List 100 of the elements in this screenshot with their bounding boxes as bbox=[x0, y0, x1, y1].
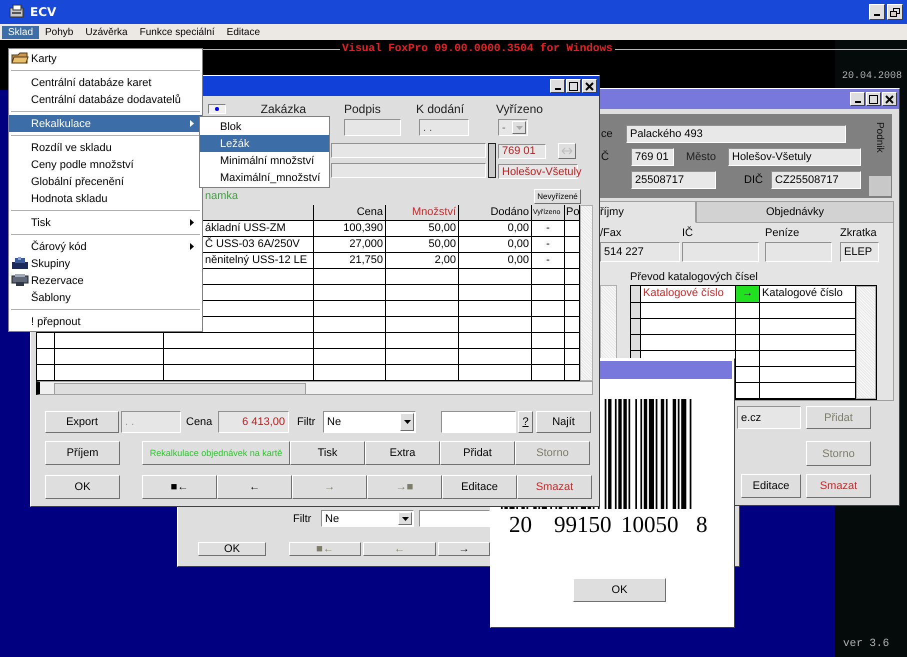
vertical-scrollbar[interactable] bbox=[580, 205, 593, 381]
action-button[interactable]: Příjem bbox=[45, 441, 120, 465]
menu-item[interactable]: Centrální databáze karet bbox=[9, 74, 202, 91]
input-field[interactable] bbox=[331, 163, 486, 178]
submenu-arrow-icon bbox=[190, 219, 194, 226]
vat-field[interactable]: CZ25508717 bbox=[771, 171, 861, 189]
menu-item[interactable]: Centrální databáze dodavatelů bbox=[9, 91, 202, 108]
zip-field[interactable]: 769 01 bbox=[498, 144, 546, 158]
field-label: ce bbox=[601, 128, 614, 140]
max-button[interactable] bbox=[566, 79, 581, 93]
nav-button[interactable]: OK bbox=[198, 542, 266, 556]
street-field[interactable]: Palackého 493 bbox=[626, 125, 846, 143]
menu-bar-item[interactable]: Editace bbox=[220, 26, 266, 38]
nav-button[interactable]: → bbox=[438, 542, 490, 556]
vat-label: DIČ bbox=[744, 174, 764, 186]
version-text: ver 3.6 bbox=[843, 638, 890, 650]
menu-item[interactable]: Karty bbox=[9, 50, 202, 67]
menu-item[interactable]: Rezervace bbox=[9, 272, 202, 289]
minimize-button[interactable] bbox=[869, 4, 885, 20]
table-cell bbox=[314, 301, 386, 317]
table-cell bbox=[736, 367, 760, 383]
filter-dropdown[interactable]: Ne bbox=[321, 510, 414, 527]
web-field[interactable]: e.cz bbox=[737, 406, 801, 429]
delivery-field[interactable]: . . bbox=[419, 119, 469, 136]
pending-button[interactable]: Nevyřízené bbox=[534, 188, 581, 204]
column-header: Dodáno bbox=[459, 205, 532, 221]
submenu-arrow-icon bbox=[190, 120, 194, 127]
vertical-scrollbar[interactable] bbox=[856, 286, 876, 399]
tab[interactable]: Objednávky bbox=[696, 201, 894, 223]
find-button[interactable]: Najít bbox=[536, 411, 591, 433]
side-tab[interactable]: Podnik bbox=[874, 122, 886, 153]
menu-item[interactable]: Ceny podle množství bbox=[9, 156, 202, 173]
input-field[interactable]: 514 227 bbox=[600, 242, 680, 262]
menu-item[interactable]: Minimální množství bbox=[200, 152, 329, 169]
splitter-handle[interactable] bbox=[488, 143, 496, 178]
edit-button[interactable]: Editace bbox=[741, 474, 801, 498]
close-button[interactable] bbox=[582, 79, 597, 93]
total-price-field[interactable]: 6 413,00 bbox=[218, 411, 289, 433]
submenu-arrow-icon bbox=[190, 243, 194, 250]
filter-dropdown[interactable]: Ne bbox=[323, 411, 416, 433]
table-cell: 50,00 bbox=[386, 221, 459, 237]
menu-item[interactable]: Globální přecenění bbox=[9, 173, 202, 190]
action-button[interactable]: Smazat bbox=[517, 475, 592, 499]
minimize-icon bbox=[554, 88, 560, 90]
max-button[interactable] bbox=[866, 92, 881, 106]
input-field[interactable] bbox=[682, 242, 759, 262]
search-field[interactable] bbox=[441, 411, 516, 433]
field-label: Podpis bbox=[344, 102, 382, 116]
input-field[interactable] bbox=[765, 242, 832, 262]
field-label: Č bbox=[601, 151, 610, 163]
horizontal-scrollbar[interactable] bbox=[36, 381, 593, 395]
menu-item[interactable]: Hodnota skladu bbox=[9, 190, 202, 207]
field-label: Peníze bbox=[765, 226, 800, 238]
filter-label: Filtr bbox=[297, 416, 316, 428]
close-button[interactable] bbox=[882, 92, 897, 106]
menu-bar-item[interactable]: Uzávěrka bbox=[79, 26, 134, 38]
action-button[interactable]: Tisk bbox=[290, 441, 365, 465]
signature-field[interactable] bbox=[344, 119, 401, 136]
input-field[interactable]: ELEP bbox=[840, 242, 879, 262]
action-button[interactable]: Extra bbox=[365, 441, 440, 465]
id-field[interactable]: 25508717 bbox=[631, 171, 716, 189]
restore-button[interactable] bbox=[887, 4, 903, 20]
ok-button[interactable]: OK bbox=[573, 578, 666, 602]
input-field[interactable] bbox=[331, 143, 486, 158]
barcode-number: 99150 bbox=[554, 512, 612, 538]
search-field[interactable] bbox=[419, 510, 490, 527]
menu-item[interactable]: Blok bbox=[200, 118, 329, 135]
section-title: Převod katalogových čísel bbox=[630, 270, 758, 282]
action-button[interactable]: Přidat bbox=[440, 441, 515, 465]
min-button[interactable] bbox=[850, 92, 865, 106]
menu-item[interactable]: Rekalkulace bbox=[9, 115, 202, 132]
menu-item[interactable]: ! přepnout bbox=[9, 313, 202, 330]
menu-bar-item[interactable]: Sklad bbox=[2, 26, 40, 38]
delete-button[interactable]: Smazat bbox=[806, 474, 871, 498]
city-field[interactable]: Holešov-Všetuly bbox=[728, 148, 861, 166]
action-button[interactable]: ■← bbox=[142, 475, 217, 499]
action-button[interactable]: ← bbox=[217, 475, 292, 499]
close-icon bbox=[885, 94, 894, 104]
side-box bbox=[868, 176, 891, 196]
barcode-number: 10050 bbox=[621, 512, 680, 538]
menu-bar-item[interactable]: Funkce speciální bbox=[134, 26, 221, 38]
status-dropdown[interactable]: - bbox=[498, 119, 528, 136]
action-button[interactable]: OK bbox=[45, 475, 120, 499]
column-header: Po bbox=[565, 205, 580, 221]
column-header: → bbox=[736, 286, 760, 303]
menu-item[interactable]: Šablony bbox=[9, 289, 202, 306]
action-button[interactable]: Editace bbox=[442, 475, 517, 499]
field-label: Vyřízeno bbox=[496, 102, 544, 116]
help-button[interactable]: ? bbox=[518, 411, 533, 433]
table-cell: 0,00 bbox=[459, 221, 532, 237]
zip-field[interactable]: 769 01 bbox=[631, 148, 674, 166]
menu-bar-item[interactable]: Pohyb bbox=[39, 26, 80, 38]
radio-indicator-icon[interactable] bbox=[208, 104, 226, 114]
menu-item[interactable]: Ležák bbox=[200, 135, 329, 152]
menu-item[interactable]: Rozdíl ve skladu bbox=[9, 139, 202, 156]
export-button[interactable]: Export bbox=[45, 411, 119, 433]
banner-text: Visual FoxPro 09.00.0000.3504 for Windows bbox=[341, 43, 614, 55]
table-cell bbox=[314, 333, 386, 349]
menu-item[interactable]: Maximální_množství bbox=[200, 169, 329, 186]
min-button[interactable] bbox=[550, 79, 565, 93]
